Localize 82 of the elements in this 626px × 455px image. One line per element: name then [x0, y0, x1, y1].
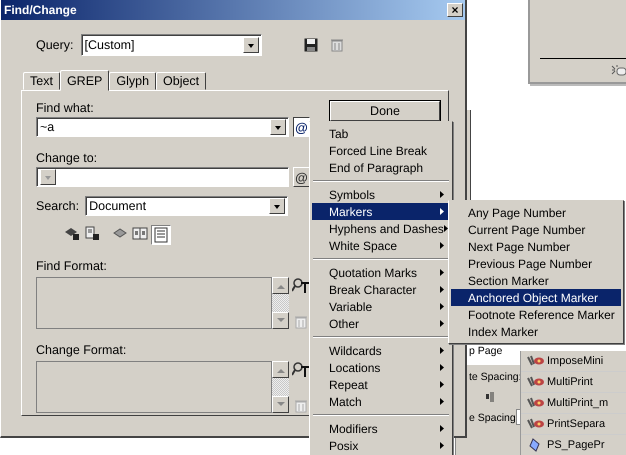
query-dropdown[interactable]: [Custom] — [80, 34, 262, 56]
submenu-arrow-icon[interactable] — [440, 208, 444, 215]
field-label: Change Format: — [36, 343, 126, 357]
submenu-arrow-icon[interactable] — [440, 425, 444, 432]
menu-item[interactable]: White Space — [312, 237, 450, 254]
lightbulb-icon[interactable] — [610, 64, 626, 76]
special-characters-button[interactable]: @ — [293, 117, 310, 137]
field-label: Query: — [36, 38, 74, 52]
menu-item[interactable]: Hyphens and Dashes — [312, 220, 450, 237]
list-item[interactable]: PrintSepara — [521, 414, 626, 435]
submenu-arrow-icon[interactable] — [440, 303, 444, 310]
submenu-arrow-icon[interactable] — [440, 347, 444, 354]
menu-item[interactable]: Index Marker — [451, 323, 621, 340]
done-button[interactable]: Done — [330, 101, 440, 121]
change-field[interactable] — [36, 167, 289, 187]
menu-item[interactable]: Footnote Reference Marker — [451, 306, 621, 323]
save-icon[interactable] — [304, 38, 318, 52]
script-icon[interactable] — [525, 396, 545, 410]
submenu-arrow-icon[interactable] — [440, 442, 444, 449]
menu-item[interactable]: Break Character — [312, 281, 450, 298]
list-item[interactable]: PS_PagePr — [521, 435, 626, 455]
menu-item[interactable]: Variable — [312, 298, 450, 315]
number-field[interactable] — [516, 409, 520, 425]
menu-item[interactable]: Other — [312, 315, 450, 332]
menu-item[interactable]: Symbols — [312, 186, 450, 203]
book-icon[interactable] — [132, 226, 148, 242]
script-icon[interactable] — [525, 417, 545, 431]
submenu-arrow-icon[interactable] — [440, 191, 444, 198]
tab[interactable]: GREP — [60, 70, 110, 91]
menu-item[interactable]: Section Marker — [451, 272, 621, 289]
search-format-icon[interactable] — [292, 277, 310, 293]
window-title: Find/Change — [4, 3, 77, 17]
tab[interactable]: Glyph — [109, 72, 156, 90]
field-label: Change to: — [36, 151, 98, 165]
menu-item[interactable]: Current Page Number — [451, 221, 621, 238]
menu-item[interactable]: Quotation Marks — [312, 264, 450, 281]
document-icon[interactable] — [153, 227, 169, 243]
submenu-arrow-icon[interactable] — [444, 225, 448, 232]
scrollbar[interactable] — [272, 361, 289, 413]
field-label: Find what: — [36, 101, 95, 115]
menu-item[interactable]: Tab — [312, 125, 450, 142]
list-item[interactable]: ImposeMini — [521, 351, 626, 372]
trash-icon[interactable] — [330, 38, 343, 52]
menu-item[interactable]: Previous Page Number — [451, 255, 621, 272]
menu-item[interactable]: Anchored Object Marker — [451, 289, 621, 306]
submenu-arrow-icon[interactable] — [440, 381, 444, 388]
menu-item[interactable]: Any Page Number — [451, 204, 621, 221]
scrollbar[interactable] — [272, 277, 289, 329]
find-field[interactable]: ~a — [36, 117, 289, 137]
panel-label: p Page — [469, 345, 502, 357]
menu-item[interactable]: End of Paragraph — [312, 159, 450, 176]
tab[interactable]: Object — [156, 72, 206, 90]
search-format-icon[interactable] — [292, 361, 310, 377]
search-dropdown[interactable]: Document — [85, 196, 288, 216]
menu-item[interactable]: Posix — [312, 437, 450, 454]
page-lock-icon[interactable] — [84, 226, 100, 242]
menu-item[interactable]: Repeat — [312, 376, 450, 393]
submenu-arrow-icon[interactable] — [440, 286, 444, 293]
list-item[interactable]: MultiPrint_m — [521, 393, 626, 414]
menu-item[interactable]: Next Page Number — [451, 238, 621, 255]
menu-item[interactable]: Forced Line Break — [312, 142, 450, 159]
list-item[interactable]: MultiPrint — [521, 372, 626, 393]
menu-item[interactable]: Locations — [312, 359, 450, 376]
submenu-arrow-icon[interactable] — [440, 398, 444, 405]
field-label: Find Format: — [36, 259, 107, 273]
layers-lock-icon[interactable] — [64, 226, 80, 242]
script-icon[interactable] — [525, 375, 545, 389]
script-icon[interactable] — [525, 354, 545, 368]
submenu-arrow-icon[interactable] — [440, 269, 444, 276]
special-characters-button[interactable]: @ — [293, 167, 310, 187]
tab[interactable]: Text — [23, 72, 60, 90]
submenu-arrow-icon[interactable] — [440, 320, 444, 327]
menu-item[interactable]: Markers — [312, 203, 450, 220]
close-button[interactable]: × — [447, 3, 463, 17]
panel-label: e Spacing — [469, 412, 516, 424]
menu-item[interactable]: Modifiers — [312, 420, 450, 437]
submenu-arrow-icon[interactable] — [440, 364, 444, 371]
submenu-arrow-icon[interactable] — [440, 242, 444, 249]
panel-label: te Spacing: — [469, 371, 522, 383]
menu-item[interactable]: Match — [312, 393, 450, 410]
menu-item[interactable]: Wildcards — [312, 342, 450, 359]
field-label: Search: — [36, 199, 80, 213]
